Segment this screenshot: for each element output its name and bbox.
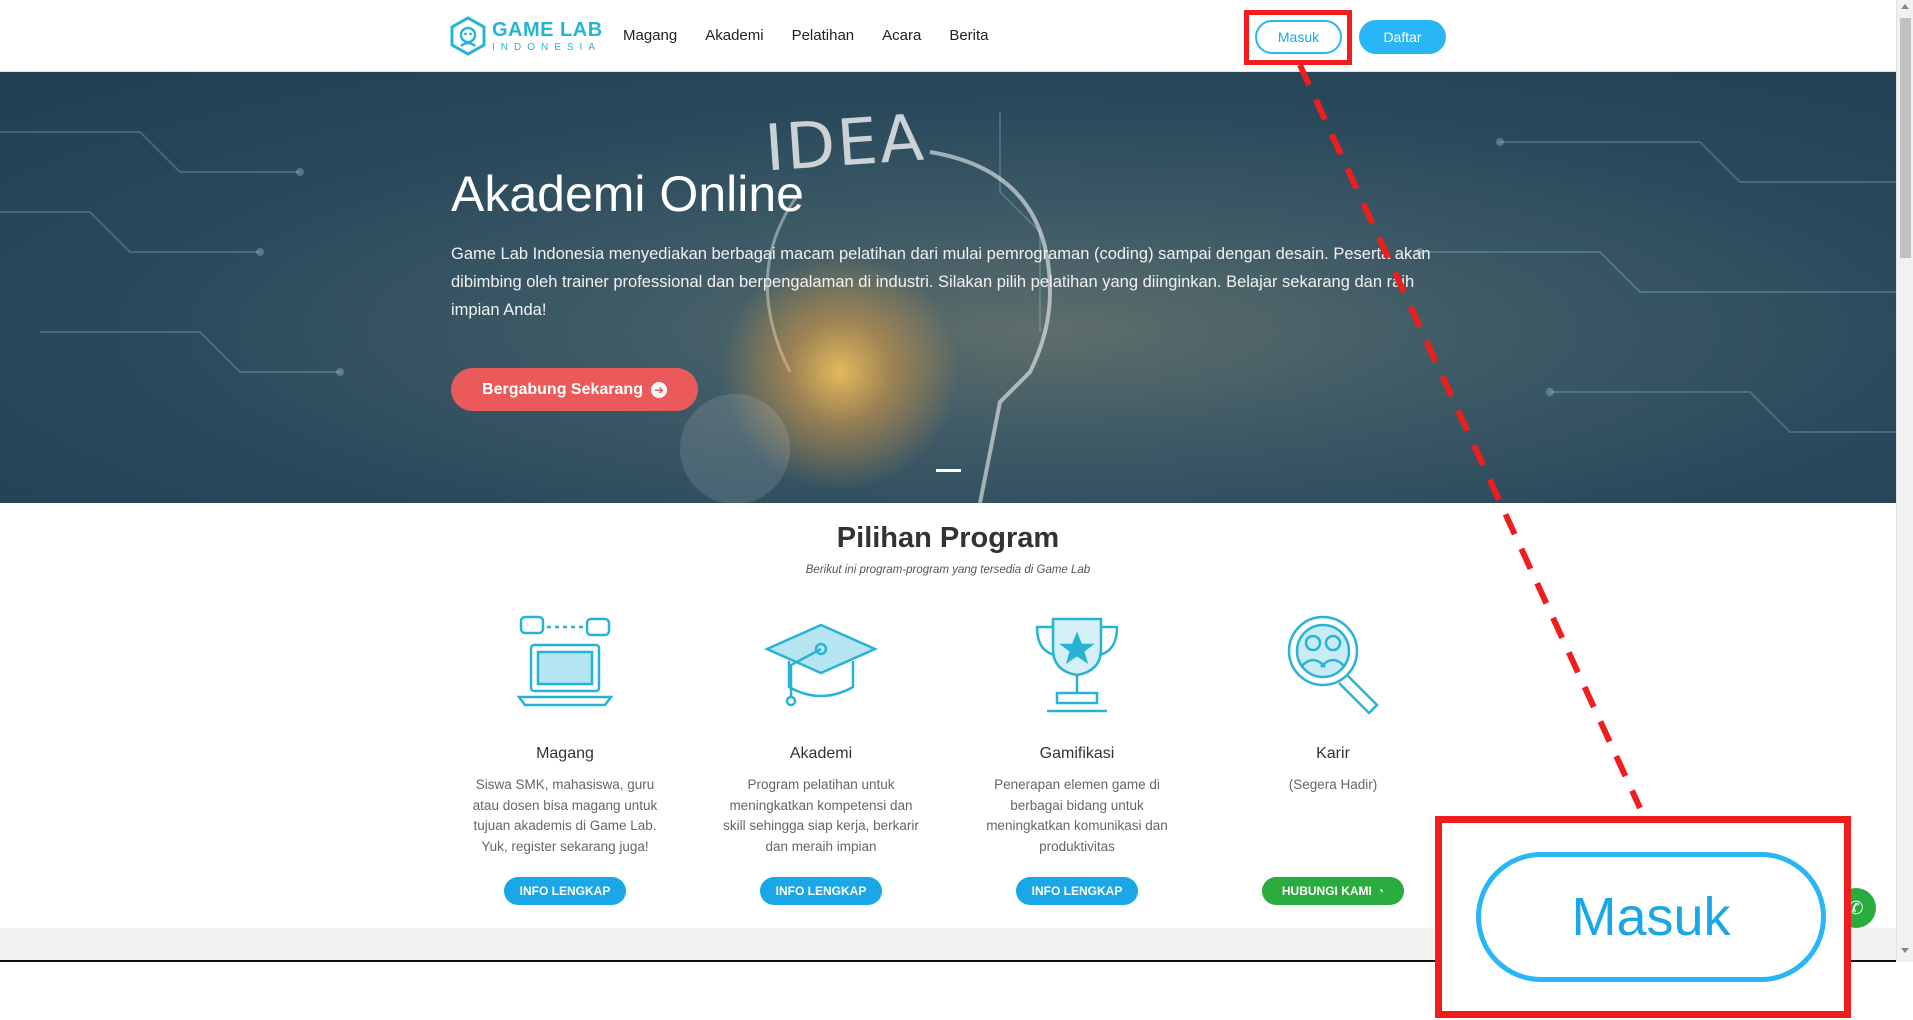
program-title: Akademi — [789, 745, 853, 762]
program-description: (Segera Hadir) — [1288, 777, 1378, 792]
program-title: Karir — [1316, 745, 1350, 762]
section-title: Pilihan Program — [836, 522, 1060, 554]
join-now-label: Bergabung Sekarang — [482, 380, 643, 398]
hero-decor-circle — [680, 394, 790, 503]
program-description: Program pelatihan untuk meningkatkan kom… — [723, 777, 919, 854]
zoomed-login-button: Masuk — [1476, 852, 1826, 982]
zoomed-login-callout: Masuk — [1435, 816, 1851, 1018]
scroll-up-arrow-icon[interactable] — [1901, 4, 1909, 9]
info-lengkap-button[interactable]: INFO LENGKAP — [760, 877, 882, 905]
hero-banner: IDEA Akademi Online Game Lab Indonesia m… — [0, 72, 1896, 503]
navbar: GAME LAB INDONESIA Magang Akademi Pelati… — [0, 0, 1896, 72]
join-now-button[interactable]: Bergabung Sekarang ➜ — [451, 368, 698, 411]
trophy-icon — [1035, 617, 1119, 713]
carousel-indicator[interactable] — [936, 469, 961, 472]
page-scrollbar[interactable] — [1896, 0, 1913, 962]
section-subtitle: Berikut ini program-program yang tersedi… — [805, 564, 1091, 576]
nav-item-acara[interactable]: Acara — [882, 27, 921, 44]
program-card-akademi: Akademi Program pelatihan untuk meningka… — [721, 605, 921, 905]
nav-item-pelatihan[interactable]: Pelatihan — [792, 27, 855, 44]
arrow-right-circle-icon: ➜ — [650, 381, 667, 398]
scroll-down-arrow-icon[interactable] — [1901, 948, 1909, 953]
contact-us-label: HUBUNGI KAMI — [1281, 884, 1372, 898]
program-title: Magang — [536, 745, 594, 762]
scroll-thumb[interactable] — [1900, 18, 1911, 258]
register-button[interactable]: Daftar — [1359, 20, 1446, 54]
main-nav: Magang Akademi Pelatihan Acara Berita — [623, 27, 989, 44]
program-title: Gamifikasi — [1039, 745, 1115, 762]
info-lengkap-button[interactable]: INFO LENGKAP — [504, 877, 626, 905]
login-highlight-box — [1244, 10, 1352, 65]
program-card-karir: Karir (Segera Hadir) HUBUNGI KAMI ◔ — [1233, 605, 1433, 905]
program-description: Penerapan elemen game di berbagai bidang… — [986, 777, 1168, 854]
program-description: Siswa SMK, mahasiswa, guru atau dosen bi… — [472, 777, 658, 854]
nav-item-berita[interactable]: Berita — [949, 27, 988, 44]
graduation-cap-icon — [763, 623, 879, 707]
whatsapp-icon: ◔ — [1376, 884, 1385, 898]
magnifier-people-icon — [1287, 615, 1379, 715]
logo[interactable]: GAME LAB INDONESIA — [450, 16, 603, 56]
hero-title: Akademi Online — [451, 166, 804, 222]
game-lab-logo-icon — [450, 16, 486, 56]
hero-description: Game Lab Indonesia menyediakan berbagai … — [451, 245, 1431, 319]
program-card-gamifikasi: Gamifikasi Penerapan elemen game di berb… — [977, 605, 1177, 905]
program-card-magang: Magang Siswa SMK, mahasiswa, guru atau d… — [465, 605, 665, 905]
contact-us-button[interactable]: HUBUNGI KAMI ◔ — [1262, 877, 1404, 905]
laptop-icon — [516, 615, 614, 707]
brand-name: GAME LAB — [492, 18, 603, 41]
nav-item-akademi[interactable]: Akademi — [705, 27, 763, 44]
nav-item-magang[interactable]: Magang — [623, 27, 677, 44]
brand-subtitle: INDONESIA — [492, 41, 602, 53]
info-lengkap-button[interactable]: INFO LENGKAP — [1016, 877, 1138, 905]
